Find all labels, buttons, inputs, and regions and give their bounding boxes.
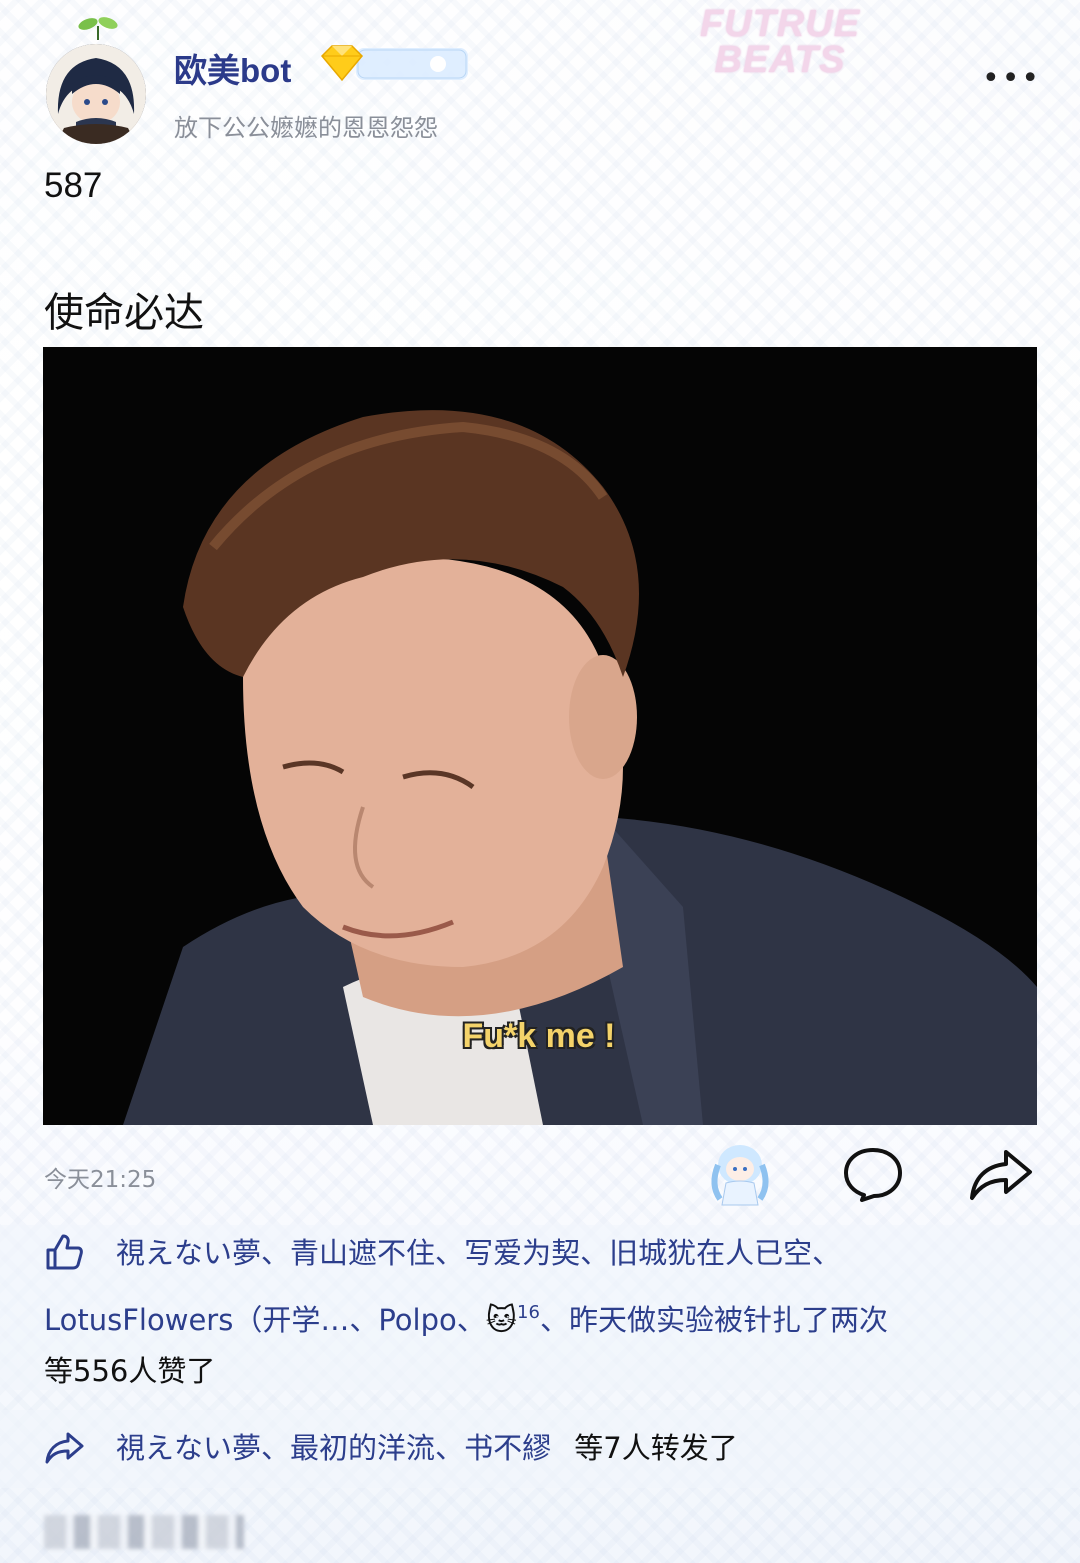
share-arrow-icon[interactable]: [968, 1146, 1034, 1202]
sprout-icon: [78, 17, 118, 40]
likes-section: 視えない夢、青山遮不住、写爱为契、旧城犹在人已空、 LotusFlowers（开…: [0, 1225, 1080, 1390]
reposter-name[interactable]: 視えない夢: [116, 1431, 261, 1465]
avatar[interactable]: [46, 44, 146, 144]
liker-name[interactable]: 視えない夢: [116, 1236, 261, 1270]
likes-summary[interactable]: 等556人赞了: [44, 1351, 215, 1391]
repost-arrow-icon[interactable]: [44, 1428, 84, 1468]
ellipsis-icon[interactable]: •••: [982, 64, 1039, 94]
reposter-name[interactable]: 书不繆: [464, 1431, 551, 1465]
post-timestamp: 今天21:25: [44, 1167, 157, 1193]
reposts-line: 視えない夢、最初的洋流、书不繆 等7人转发了: [116, 1431, 738, 1465]
photo-illustration: [43, 347, 1037, 1125]
post-card: FUTRUE BEATS 欧美bot 放下公公嬷嬷的恩恩怨怨 ••• 587 使…: [0, 0, 1080, 1563]
liker-name[interactable]: 青山遮不住: [290, 1236, 435, 1270]
mascot-sticker-icon: [711, 1145, 769, 1206]
image-subtitle: Fu*k me !: [462, 1017, 616, 1055]
diamond-badge-icon[interactable]: [318, 42, 470, 86]
thumbs-up-icon[interactable]: [44, 1232, 84, 1272]
post-image[interactable]: Fu*k me !: [43, 347, 1037, 1125]
user-bio: 放下公公嬷嬷的恩恩怨怨: [174, 114, 438, 142]
post-header: 欧美bot 放下公公嬷嬷的恩恩怨怨 •••: [40, 14, 1040, 154]
cat-emoji-icon[interactable]: 🐱: [486, 1303, 517, 1338]
likes-line-1: 視えない夢、青山遮不住、写爱为契、旧城犹在人已空、: [116, 1236, 842, 1270]
liker-name[interactable]: 写爱为契: [464, 1236, 580, 1270]
blurred-text: [44, 1515, 244, 1549]
liker-name[interactable]: Polpo: [378, 1303, 456, 1337]
liker-name[interactable]: 旧城犹在人已空: [609, 1236, 812, 1270]
liker-name[interactable]: LotusFlowers（开学…: [44, 1303, 349, 1337]
liker-count-superscript: 16: [517, 1302, 540, 1323]
likes-line-2: LotusFlowers（开学…、Polpo、🐱16、昨天做实验被针扎了两次: [44, 1302, 888, 1338]
speech-bubble-icon[interactable]: [842, 1146, 904, 1202]
reposts-section: 視えない夢、最初的洋流、书不繆 等7人转发了: [0, 1410, 1080, 1488]
post-number: 587: [44, 166, 103, 205]
post-title: 使命必达: [44, 290, 204, 336]
liker-name[interactable]: 昨天做实验被针扎了两次: [569, 1303, 888, 1337]
reposts-summary[interactable]: 等7人转发了: [574, 1431, 737, 1465]
reposter-name[interactable]: 最初的洋流: [290, 1431, 435, 1465]
username[interactable]: 欧美bot: [174, 44, 291, 92]
